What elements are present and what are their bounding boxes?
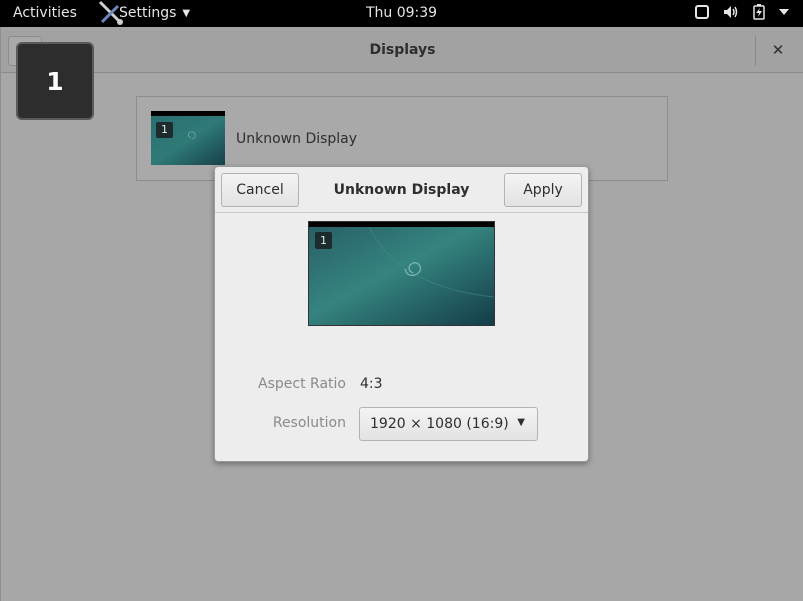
close-icon: ✕ <box>771 41 785 59</box>
display-number-badge: 1 <box>156 122 173 138</box>
resolution-label: Resolution <box>272 415 346 431</box>
volume-icon <box>723 5 739 19</box>
system-menu-arrow-icon <box>779 8 789 16</box>
display-identifier-overlay: 1 <box>16 42 94 120</box>
window-title: Displays <box>369 42 436 58</box>
chevron-down-icon: ▼ <box>182 8 191 19</box>
close-button[interactable]: ✕ <box>766 39 790 63</box>
status-area[interactable] <box>695 4 789 20</box>
top-bar: Activities Settings ▼ Thu 09:39 <box>0 0 803 27</box>
header-bar: ‹ Displays ✕ <box>1 27 803 73</box>
window-icon <box>695 5 709 19</box>
display-preview: 1 <box>308 221 495 326</box>
aspect-ratio-value: 4:3 <box>360 376 383 392</box>
resolution-value: 1920 × 1080 (16:9) <box>370 416 509 432</box>
aspect-ratio-label: Aspect Ratio <box>258 376 346 392</box>
display-name-label: Unknown Display <box>236 131 358 147</box>
preview-number-badge: 1 <box>315 232 332 249</box>
resolution-dropdown[interactable]: 1920 × 1080 (16:9) ▼ <box>359 407 538 441</box>
app-menu-label: Settings <box>119 5 177 21</box>
cancel-button[interactable]: Cancel <box>221 173 299 207</box>
display-settings-dialog: Cancel Unknown Display Apply 1 Aspect Ra… <box>214 166 589 462</box>
activities-button[interactable]: Activities <box>13 5 77 21</box>
apply-button[interactable]: Apply <box>504 173 582 207</box>
battery-icon <box>753 4 765 20</box>
clock[interactable]: Thu 09:39 <box>366 5 437 21</box>
header-separator <box>755 36 756 66</box>
app-menu-button[interactable]: Settings ▼ <box>119 5 190 21</box>
dialog-header: Cancel Unknown Display Apply <box>215 167 588 213</box>
display-thumbnail: 1 <box>151 111 225 165</box>
chevron-down-icon: ▼ <box>517 417 525 428</box>
